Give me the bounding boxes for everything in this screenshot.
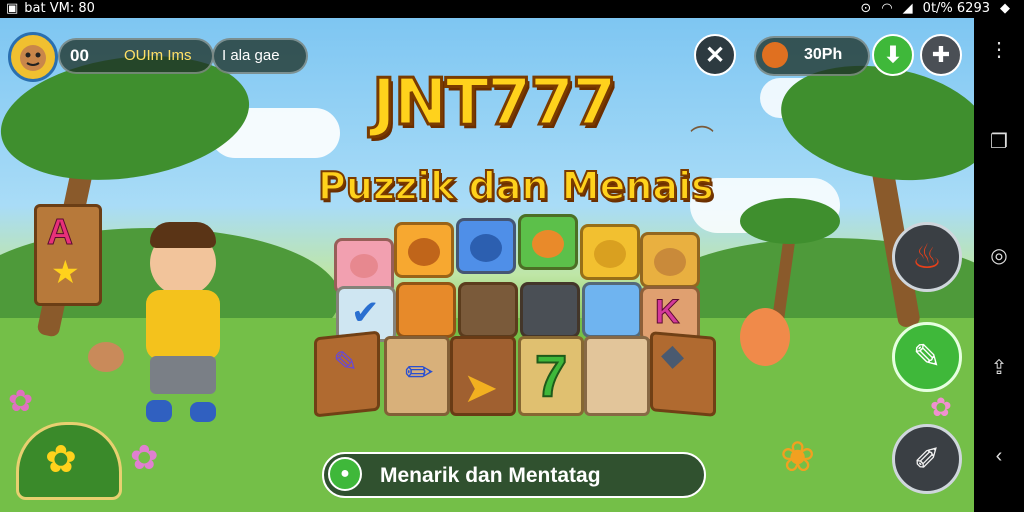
fire-icon: ♨ [911,238,943,276]
tool-icon: ✎ [333,344,359,381]
wood-block[interactable] [584,336,650,416]
boy-hair [150,222,216,248]
arrow-icon: ➤ [463,364,499,411]
letter-sign: A ★ [34,204,102,306]
pencil-icon: ✎ [912,338,942,376]
bottom-banner[interactable]: ● Menarik dan Mentatag [322,452,706,498]
flower-icon: ✿ [45,439,77,481]
coin-panel: 30Ph [754,36,870,76]
flower: ❀ [780,433,816,480]
fire-button[interactable]: ♨ [892,222,962,292]
animal-face [408,238,440,266]
boy-shoe [146,400,172,422]
boy-shoe [190,402,216,422]
close-icon: ✕ [704,41,726,69]
animal-tile[interactable] [520,282,580,338]
chat-icon: ● [328,457,362,491]
download-button[interactable]: ⬇ [872,34,914,76]
animal-tile[interactable] [396,282,456,338]
boy-shorts [150,356,216,394]
wood-block[interactable]: ➤ [450,336,516,416]
share-icon[interactable]: ⇪ [987,356,1011,380]
orange-creature [740,308,790,366]
palm-leaves [740,198,840,244]
notification-icon: ▣ [6,1,19,16]
status-left-text: bat VM: 80 [24,1,95,16]
level-label: I ala gae [222,47,280,64]
wood-block[interactable]: ◆ [650,331,716,417]
flower: ✿ [130,439,159,477]
animal-face [350,254,378,278]
banner-text: Menarik dan Mentatag [380,464,601,487]
fish-icon: ◆ [661,338,685,374]
home-icon[interactable]: ◎ [987,244,1011,268]
star-icon: ★ [51,254,80,290]
bird-icon: ⌒ [690,125,714,152]
pencil-button[interactable]: ✎ [892,322,962,392]
pencil-icon: ✏ [405,354,434,392]
flower: ✿ [930,392,952,422]
game-scene: 00 OUIm Ims I ala gae ✕ 30Ph ⬇ ✚ JNT777 … [0,18,974,512]
animal-face [654,248,686,276]
menu-icon[interactable]: ⋮ [987,38,1011,62]
check-icon: ✔ [351,294,380,332]
animal-face [532,230,564,258]
back-icon[interactable]: ‹ [987,444,1011,468]
game-title: JNT777 [371,65,619,142]
animal-face [470,234,502,262]
navigation-bar: ⋮ ❐ ◎ ⇪ ‹ [974,18,1024,512]
recent-icon[interactable]: ❐ [987,130,1011,154]
signal-icon: ◢ [902,1,913,16]
rotate-icon: ◆ [1000,1,1010,16]
boy-shirt [146,290,220,360]
wood-block[interactable]: ✏ [384,336,450,416]
wood-block[interactable]: ✎ [314,330,380,418]
close-button[interactable]: ✕ [694,34,736,76]
avatar-icon[interactable] [8,32,58,82]
coin-value: 30Ph [804,46,843,63]
letter-k: K [655,293,681,332]
score-value: 00 [70,46,89,65]
score-label: OUIm Ims [124,47,192,64]
animal-tile[interactable] [458,282,518,338]
animal-face [594,240,626,268]
number-seven: 7 [534,343,568,410]
letter-a: A [47,211,74,253]
number-tile[interactable]: 7 [518,336,584,416]
animal-tile[interactable] [582,282,642,338]
flower: ✿ [8,385,34,418]
game-subtitle: Puzzik dan Menais [317,163,715,209]
brush-button[interactable]: ✐ [892,424,962,494]
alarm-icon: ⊙ [860,1,872,16]
level-panel[interactable]: I ala gae [212,38,308,74]
status-right-text: 0t/% 6293 [922,1,990,16]
download-icon: ⬇ [883,42,903,67]
coin-icon [762,42,788,68]
puzzle-icon: ✚ [931,42,951,67]
status-bar: ▣ bat VM: 80 ⊙ ◠ ◢ 0t/% 6293 ◆ [0,0,1024,18]
wifi-icon: ◠ [881,1,893,16]
score-panel: 00 OUIm Ims [58,38,214,74]
puzzle-button[interactable]: ✚ [920,34,962,76]
brush-icon: ✐ [913,441,941,477]
critter [88,342,124,372]
